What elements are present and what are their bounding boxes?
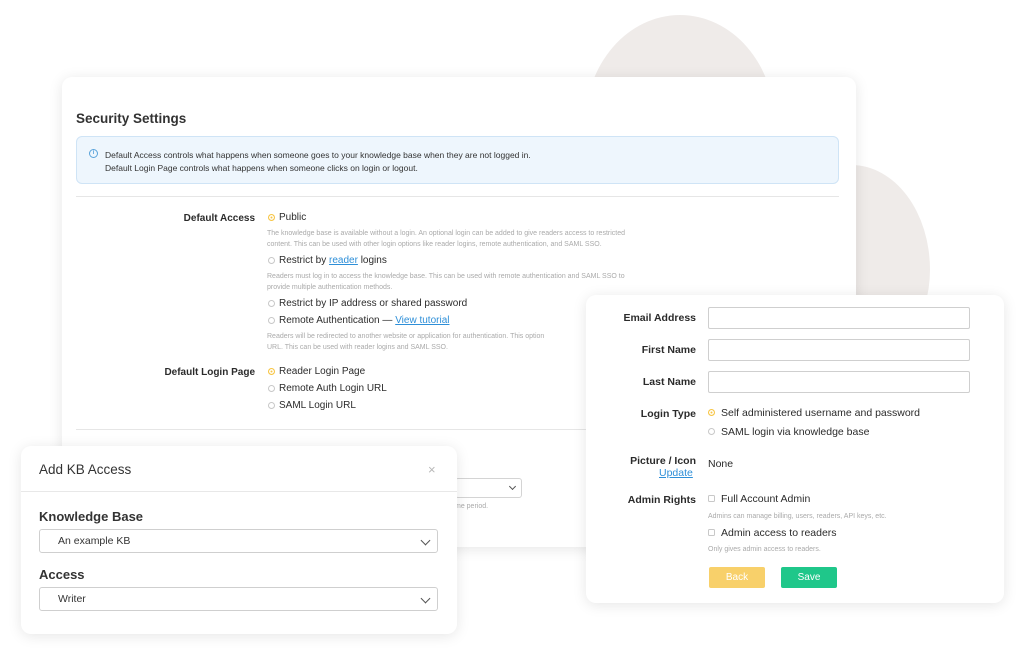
help-text: provide multiple authentication methods. xyxy=(267,284,393,291)
last-name-label: Last Name xyxy=(642,376,696,388)
close-icon[interactable]: × xyxy=(428,462,436,477)
select-value: An example KB xyxy=(58,535,131,547)
login-type-label: Login Type xyxy=(640,408,696,420)
radio-self-administered[interactable] xyxy=(708,409,715,416)
radio-saml-login[interactable] xyxy=(708,428,715,435)
default-access-label: Default Access xyxy=(183,213,255,224)
radio-remote-auth-login-url[interactable] xyxy=(268,385,275,392)
help-text: Only gives admin access to readers. xyxy=(708,546,821,553)
dialog-title: Add KB Access xyxy=(39,462,132,477)
radio-public[interactable] xyxy=(268,214,275,221)
add-kb-access-dialog: Add KB Access × Knowledge Base An exampl… xyxy=(21,446,457,634)
help-text: content. This can be used with other log… xyxy=(267,241,602,248)
select-value: Writer xyxy=(58,593,86,605)
info-icon: i xyxy=(89,149,98,158)
chevron-down-icon xyxy=(420,593,431,604)
access-select[interactable]: Writer xyxy=(39,587,438,611)
reader-admin-label: Admin access to readers xyxy=(721,527,837,539)
help-text: Readers must log in to access the knowle… xyxy=(267,273,625,280)
info-text: Default Login Page controls what happens… xyxy=(105,163,418,173)
option-remote-auth-login-url: Remote Auth Login URL xyxy=(279,383,387,394)
email-field[interactable] xyxy=(708,307,970,329)
info-text: Default Access controls what happens whe… xyxy=(105,150,531,160)
picture-icon-label: Picture / Icon xyxy=(630,455,696,467)
access-label: Access xyxy=(39,567,85,582)
checkbox-reader-admin[interactable] xyxy=(708,529,715,536)
knowledge-base-select[interactable]: An example KB xyxy=(39,529,438,553)
page-title: Security Settings xyxy=(76,111,187,126)
user-form-panel: Email Address First Name Last Name Login… xyxy=(586,295,1004,603)
chevron-down-icon xyxy=(508,482,517,491)
first-name-field[interactable] xyxy=(708,339,970,361)
info-banner: i Default Access controls what happens w… xyxy=(76,136,839,184)
option-restrict-reader-label: Restrict by reader logins xyxy=(279,255,387,266)
radio-reader-login-page[interactable] xyxy=(268,368,275,375)
divider xyxy=(76,196,839,197)
checkbox-full-admin[interactable] xyxy=(708,495,715,502)
reader-link[interactable]: reader xyxy=(329,255,358,266)
last-name-field[interactable] xyxy=(708,371,970,393)
view-tutorial-link[interactable]: View tutorial xyxy=(395,315,449,326)
help-text: me period. xyxy=(455,503,489,510)
first-name-label: First Name xyxy=(641,344,696,356)
radio-restrict-ip[interactable] xyxy=(268,300,275,307)
partially-hidden-select[interactable] xyxy=(455,478,522,498)
picture-value: None xyxy=(708,458,734,470)
option-text: Remote Authentication — xyxy=(279,315,396,326)
option-restrict-ip-label: Restrict by IP address or shared passwor… xyxy=(279,298,468,309)
save-button[interactable]: Save xyxy=(781,567,837,588)
radio-saml-login-url[interactable] xyxy=(268,402,275,409)
knowledge-base-label: Knowledge Base xyxy=(39,509,144,524)
chevron-down-icon xyxy=(420,535,431,546)
update-link[interactable]: Update xyxy=(659,467,693,479)
help-text: The knowledge base is available without … xyxy=(267,230,626,237)
help-text: URL. This can be used with reader logins… xyxy=(267,344,448,351)
option-reader-login-page: Reader Login Page xyxy=(279,366,366,377)
option-remote-auth-label: Remote Authentication — View tutorial xyxy=(279,315,449,326)
help-text: Admins can manage billing, users, reader… xyxy=(708,513,887,520)
option-self-administered: Self administered username and password xyxy=(721,407,921,419)
full-admin-label: Full Account Admin xyxy=(721,493,811,505)
option-saml-login: SAML login via knowledge base xyxy=(721,426,870,438)
option-saml-login-url: SAML Login URL xyxy=(279,400,356,411)
divider xyxy=(21,491,457,492)
option-public-label: Public xyxy=(279,212,307,223)
option-text: logins xyxy=(357,255,387,266)
back-button[interactable]: Back xyxy=(709,567,765,588)
radio-remote-auth[interactable] xyxy=(268,317,275,324)
radio-restrict-reader[interactable] xyxy=(268,257,275,264)
default-login-page-label: Default Login Page xyxy=(164,367,255,378)
admin-rights-label: Admin Rights xyxy=(627,494,696,506)
email-label: Email Address xyxy=(623,312,696,324)
help-text: Readers will be redirected to another we… xyxy=(267,333,545,340)
option-text: Restrict by xyxy=(279,255,330,266)
